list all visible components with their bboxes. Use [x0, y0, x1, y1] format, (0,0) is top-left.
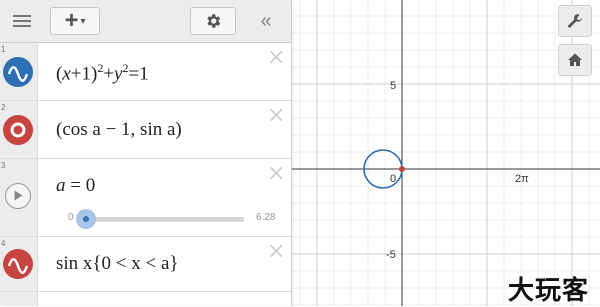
expression-latex[interactable]: (cos a − 1, sin a) [56, 119, 182, 141]
expression-gutter [0, 292, 38, 306]
row-number: 4 [1, 239, 6, 248]
gear-icon [207, 14, 221, 28]
add-item-button[interactable]: + ▾ [50, 7, 100, 35]
delete-expression-icon[interactable]: × [267, 241, 285, 263]
expression-row-2[interactable]: 2 (cos a − 1, sin a) × [0, 101, 291, 159]
y-tick-label-neg5: -5 [386, 249, 396, 261]
minor-grid [290, 0, 600, 306]
expression-row-1[interactable]: 1 (x+1)2+y2=1 × [0, 43, 291, 101]
point-icon[interactable] [3, 115, 33, 145]
x-tick-label-2pi: 2π [515, 173, 529, 185]
wave-icon[interactable] [3, 57, 33, 87]
expression-row-3[interactable]: 3 a = 0 0 6.28 × [0, 159, 291, 237]
expression-panel: + ▾ « 1 (x+1)2+y2=1 × 2 (cos a − 1, sin … [0, 0, 292, 306]
expression-gutter: 2 [0, 101, 38, 158]
slider-handle[interactable] [76, 209, 96, 229]
slider-track[interactable] [84, 217, 244, 222]
latex-part: +1) [70, 63, 98, 85]
row-number: 1 [1, 45, 6, 54]
settings-wrench-button[interactable] [558, 5, 592, 37]
expression-row-empty[interactable] [0, 292, 291, 306]
latex-part: =1 [128, 63, 149, 85]
chevron-down-icon: ▾ [80, 15, 86, 27]
delete-expression-icon[interactable]: × [267, 47, 285, 69]
add-label: + [64, 7, 79, 34]
slider-variable: a [56, 175, 66, 196]
watermark-logo: 大玩客 [508, 276, 590, 306]
home-button[interactable] [558, 44, 592, 76]
delete-expression-icon[interactable]: × [267, 105, 285, 127]
slider-min-label[interactable]: 0 [68, 212, 74, 223]
slider-equals: = 0 [70, 175, 96, 196]
expression-gutter: 1 [0, 43, 38, 100]
expression-latex[interactable]: sin x{0 < x < a} [56, 253, 179, 275]
expression-latex[interactable]: a = 0 [56, 175, 95, 197]
hamburger-icon [13, 15, 31, 27]
major-grid [290, 0, 600, 306]
point-marker[interactable] [399, 166, 405, 172]
row-number: 2 [1, 103, 6, 112]
menu-button[interactable] [8, 7, 36, 35]
expression-latex[interactable]: (x+1)2+y2=1 [56, 61, 149, 85]
x-tick-label-0: 0 [390, 173, 396, 185]
expression-gutter: 3 [0, 159, 38, 236]
expression-gutter: 4 [0, 237, 38, 291]
latex-var-x: x [62, 63, 71, 85]
wave-icon[interactable] [3, 249, 33, 279]
wrench-icon [568, 14, 582, 28]
play-icon[interactable] [5, 183, 31, 209]
home-icon [568, 53, 582, 66]
expression-row-4[interactable]: 4 sin x{0 < x < a} × [0, 237, 291, 292]
collapse-panel-button[interactable]: « [252, 7, 280, 35]
delete-expression-icon[interactable]: × [267, 163, 285, 185]
expression-toolbar: + ▾ « [0, 0, 291, 43]
settings-button[interactable] [190, 7, 236, 35]
row-number: 3 [1, 161, 6, 170]
slider-max-label[interactable]: 6.28 [256, 212, 275, 223]
latex-part: + [103, 63, 115, 85]
y-tick-label-5: 5 [390, 80, 396, 92]
